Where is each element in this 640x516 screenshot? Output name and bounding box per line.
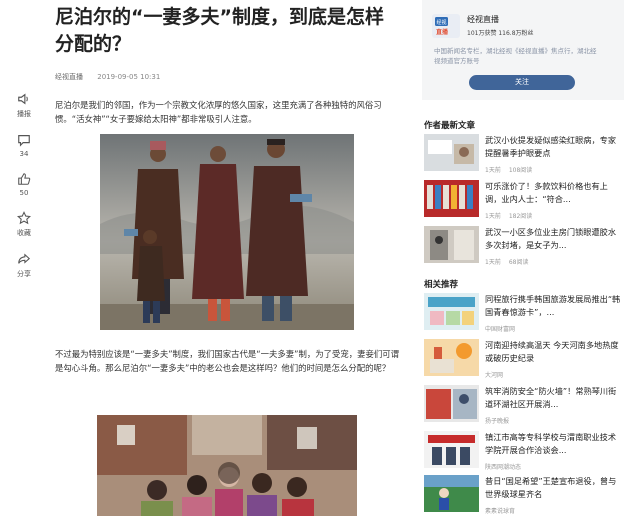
- article-item-meta: 1天前 68阅读: [485, 257, 536, 266]
- author-logo[interactable]: 经视 直播: [432, 14, 460, 38]
- article-item-time: 1天前: [485, 213, 501, 220]
- family-photo: [100, 134, 354, 330]
- article-paragraph-1: 尼泊尔是我们的邻国，作为一个宗教文化浓厚的悠久国家，这里充满了各种独特的风俗习惯…: [55, 100, 382, 124]
- svg-text:直播: 直播: [436, 28, 449, 36]
- article-thumbnail: [424, 226, 479, 263]
- article-item-title: 武汉一小区多位业主房门锁眼遭胶水多次封堵，是女子为...: [485, 227, 617, 250]
- recommend-item[interactable]: 河南迎持续高温天 今天河南多地热度或破历史纪录 大河网: [422, 339, 624, 379]
- article-item-time: 1天前: [485, 167, 501, 174]
- svg-text:经视: 经视: [437, 19, 447, 26]
- article-item-reads: 182阅读: [508, 213, 533, 220]
- speaker-icon: [18, 93, 28, 105]
- share-icon: [18, 253, 31, 264]
- author-description: 中国新闻名专栏，湖北经视《经视直播》焦点行，湖北经视频道官方账号: [434, 47, 597, 65]
- article-thumbnail: [424, 134, 479, 171]
- author-article-item[interactable]: 可乐涨价了！多款饮料价格也有上调，业内人士：“符合... 1天前 182阅读: [422, 180, 624, 220]
- article-thumbnail: [424, 431, 479, 468]
- article-thumbnail: [424, 385, 479, 422]
- sidebar: 经视 直播 经视直播 101万获赞 116.8万粉丝 中国新闻名专栏，湖北经视《…: [422, 0, 624, 515]
- article-thumbnail: [424, 339, 479, 376]
- author-article-item[interactable]: 武汉一小区多位业主房门锁眼遭胶水多次封堵，是女子为... 1天前 68阅读: [422, 226, 624, 266]
- article-date: 2019-09-05 10:31: [97, 73, 161, 81]
- share-button[interactable]: 分享: [12, 252, 36, 279]
- follow-button[interactable]: 关注: [469, 75, 575, 90]
- recommend-item[interactable]: 昔日“国足希望”王楚宣布退役，曾与世界级球星齐名 素素说球育: [422, 475, 624, 515]
- recommend-item-title: 河南迎持续高温天 今天河南多地热度或破历史纪录: [485, 340, 619, 363]
- read-aloud-button[interactable]: 播报: [12, 92, 36, 119]
- share-label: 分享: [17, 270, 31, 278]
- action-rail: 播报 34 50 收藏 分享: [12, 92, 36, 293]
- article: 尼泊尔的“一妻多夫”制度，到底是怎样分配的？ 经视直播 2019-09-05 1…: [55, 0, 400, 516]
- recommend-item-title: 昔日“国足希望”王楚宣布退役，曾与世界级球星齐名: [485, 476, 617, 499]
- article-paragraph-2: 不过最为特别应该是“一妻多夫”制度，我们国家古代是“一夫多妻”制，为了受宠，妻妾…: [55, 349, 399, 373]
- article-item-meta: 1天前 182阅读: [485, 211, 540, 220]
- article-item-meta: 1天前 108阅读: [485, 165, 540, 174]
- article-item-title: 可乐涨价了！多款饮料价格也有上调，业内人士：“符合...: [485, 181, 608, 204]
- article-source[interactable]: 经视直播: [55, 73, 83, 81]
- comment-icon: [18, 135, 30, 147]
- article-meta: 经视直播 2019-09-05 10:31: [55, 72, 400, 82]
- like-count: 50: [19, 189, 29, 197]
- favorite-label: 收藏: [17, 229, 31, 237]
- recommend-item[interactable]: 镇江市高等专科学校与渭南职业技术学院开展合作洽谈会... 陕西网潮动态: [422, 431, 624, 471]
- article-thumbnail: [424, 293, 479, 330]
- recommend-heading: 相关推荐: [424, 280, 459, 290]
- recommend-item-title: 筑牢消防安全“防火墙”！常熟琴川街道环湖社区开展消...: [485, 386, 617, 409]
- article-thumbnail: [424, 475, 479, 512]
- article-item-time: 1天前: [485, 259, 501, 266]
- article-item-reads: 108阅读: [508, 167, 533, 174]
- like-button[interactable]: 50: [12, 172, 36, 197]
- author-articles-heading: 作者最新文章: [424, 121, 476, 131]
- recommend-item[interactable]: 同程旅行携手韩国旅游发展局推出“韩国青春惊游卡”，... 中国财富网: [422, 293, 624, 333]
- recommend-item[interactable]: 筑牢消防安全“防火墙”！常熟琴川街道环湖社区开展消... 扬子晚报: [422, 385, 624, 425]
- article-item-reads: 68阅读: [508, 259, 529, 266]
- article-item-title: 武汉小伙提发疑似感染红眼病，专家提醒暑季护眼要点: [485, 135, 617, 158]
- star-icon: [17, 211, 31, 225]
- recommend-item-source: 中国财富网: [485, 326, 516, 333]
- read-aloud-label: 播报: [17, 110, 31, 118]
- article-thumbnail: [424, 180, 479, 217]
- author-name[interactable]: 经视直播: [467, 14, 499, 25]
- recommend-item-title: 同程旅行携手韩国旅游发展局推出“韩国青春惊游卡”，...: [485, 294, 621, 317]
- article-title: 尼泊尔的“一妻多夫”制度，到底是怎样分配的？: [55, 6, 384, 55]
- author-stats: 101万获赞 116.8万粉丝: [467, 30, 534, 37]
- author-card: 经视 直播 经视直播 101万获赞 116.8万粉丝 中国新闻名专栏，湖北经视《…: [422, 0, 624, 100]
- comment-count: 34: [19, 150, 29, 158]
- comment-button[interactable]: 34: [12, 133, 36, 158]
- recommend-item-source: 大河网: [485, 372, 504, 379]
- women-group-photo: [97, 415, 357, 516]
- recommend-item-source: 素素说球育: [485, 508, 516, 515]
- thumbs-up-icon: [18, 173, 31, 185]
- favorite-button[interactable]: 收藏: [12, 211, 36, 238]
- author-article-item[interactable]: 武汉小伙提发疑似感染红眼病，专家提醒暑季护眼要点 1天前 108阅读: [422, 134, 624, 174]
- recommend-item-title: 镇江市高等专科学校与渭南职业技术学院开展合作洽谈会...: [485, 432, 617, 455]
- recommend-item-source: 陕西网潮动态: [485, 464, 522, 471]
- recommend-item-source: 扬子晚报: [485, 418, 510, 425]
